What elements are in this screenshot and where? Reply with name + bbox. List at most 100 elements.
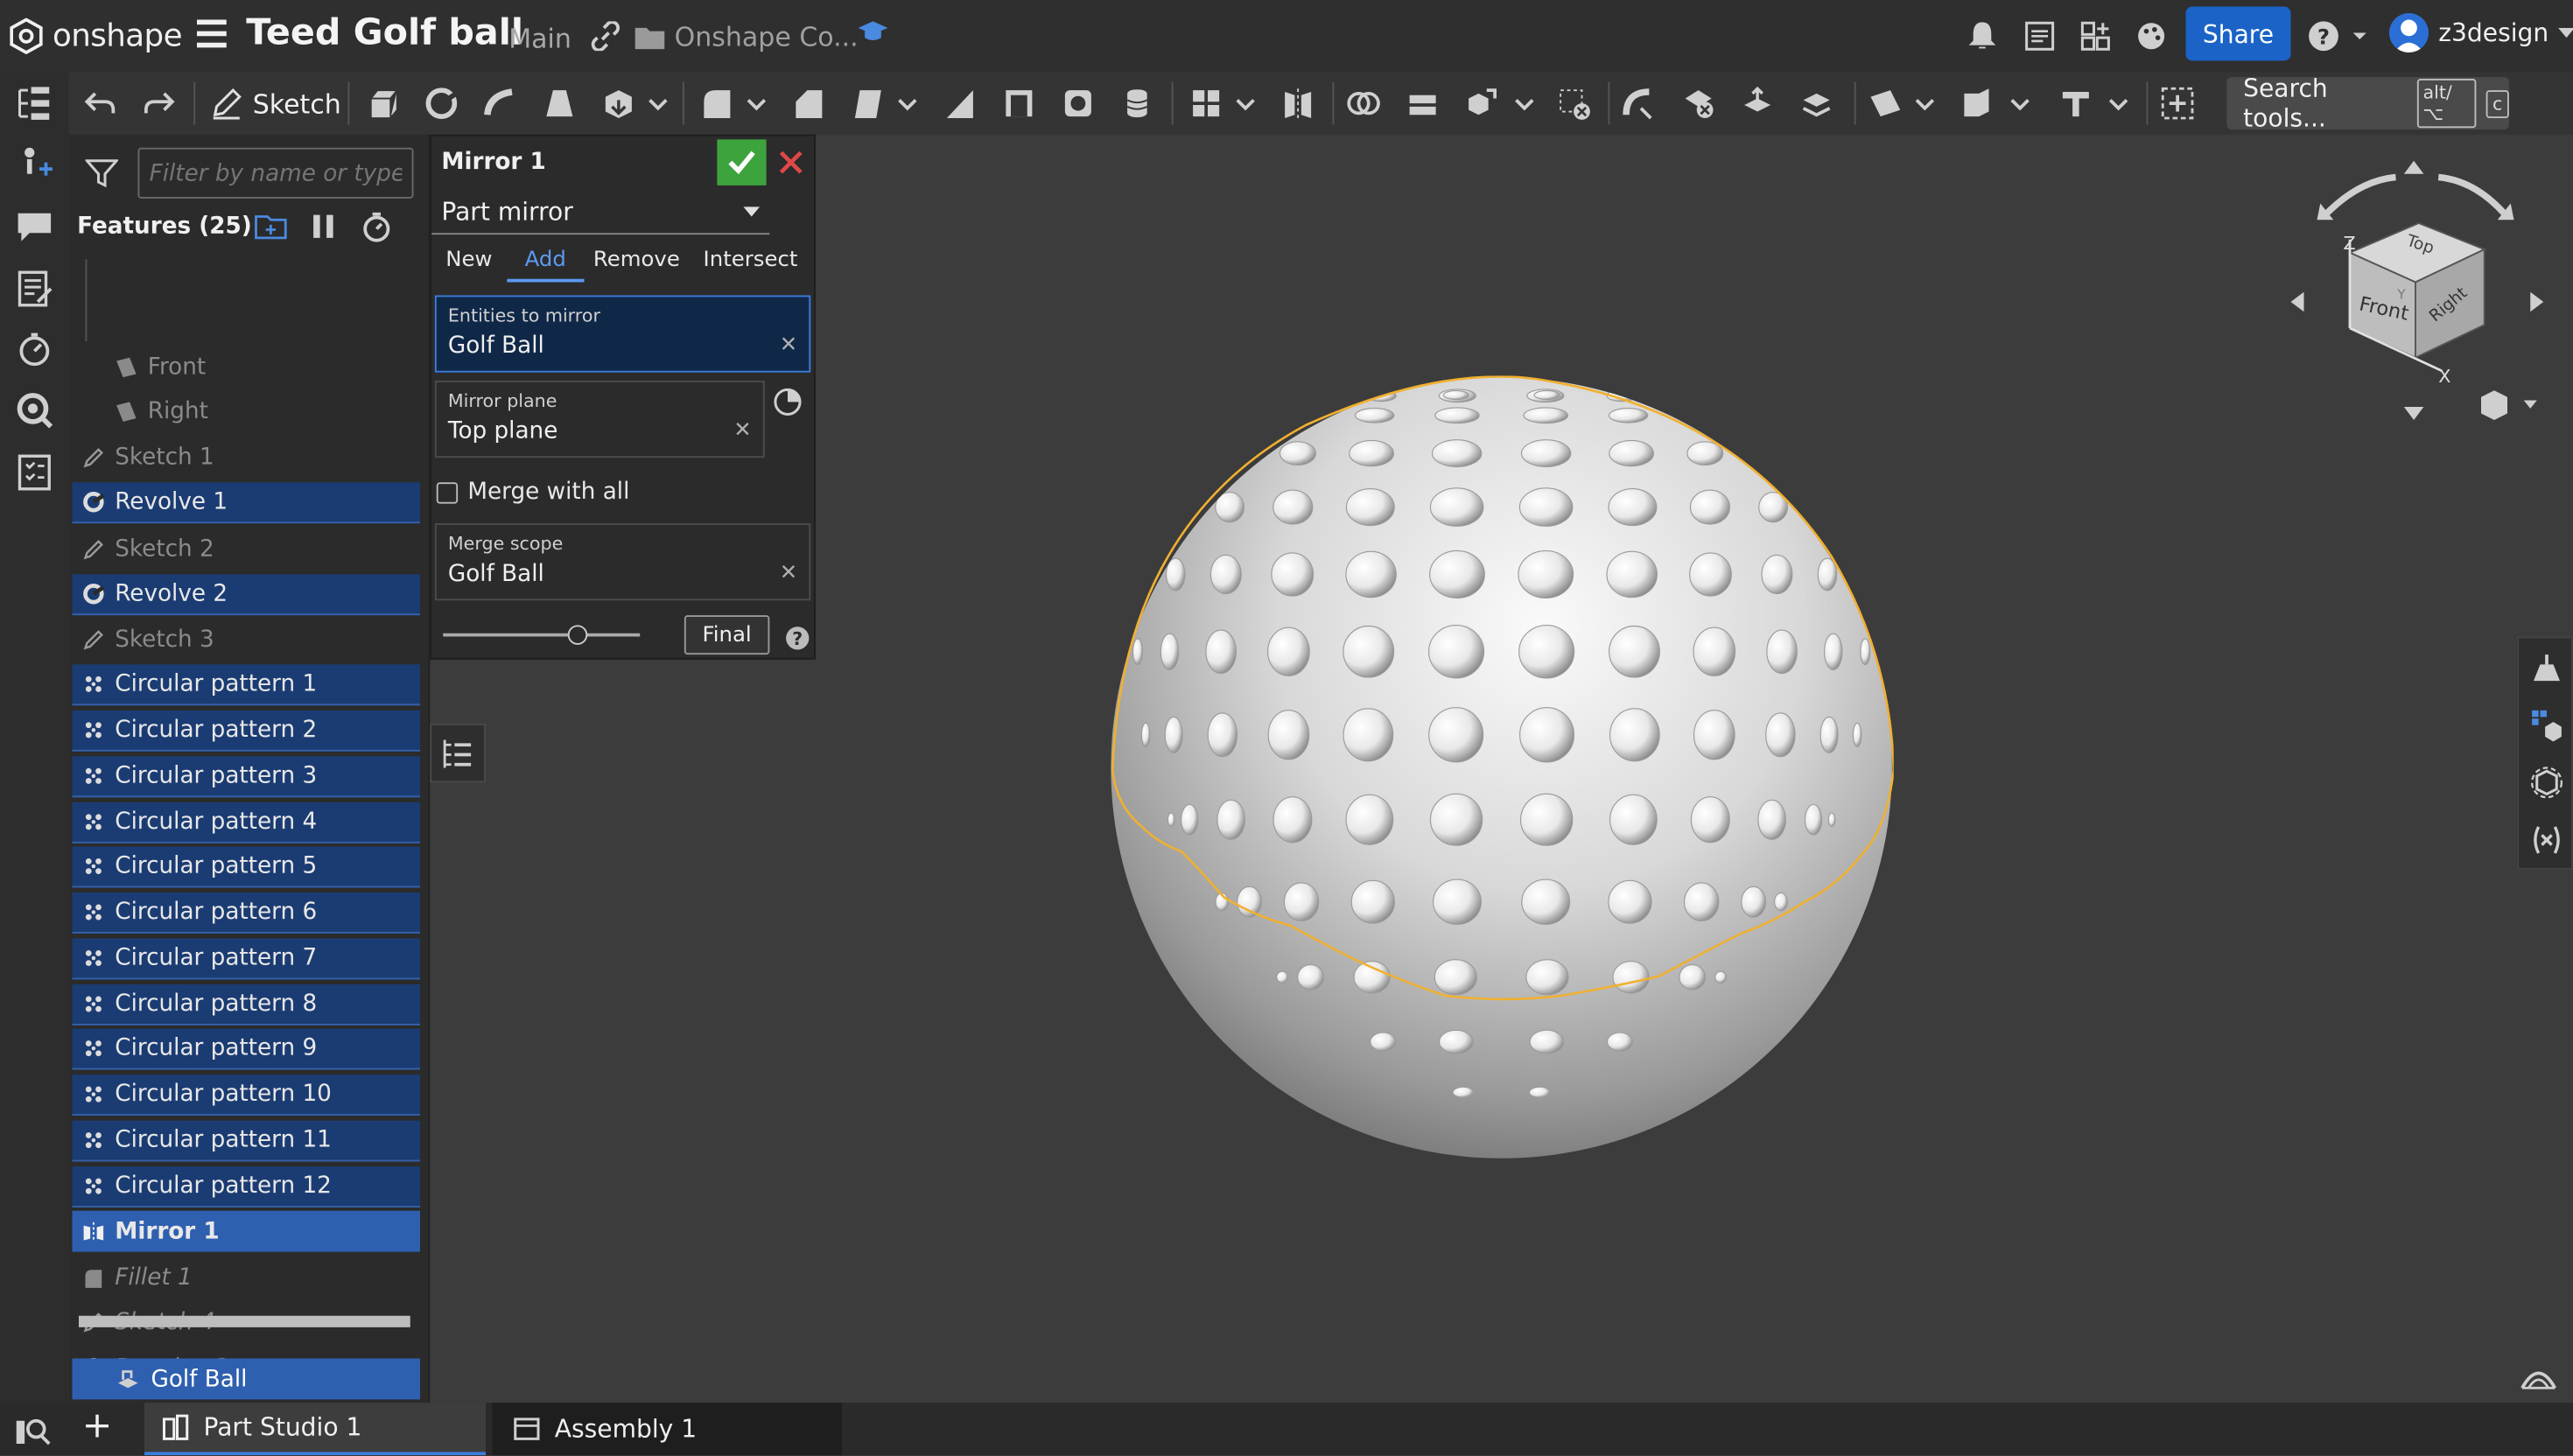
modify-fillet-icon[interactable]: [1622, 86, 1658, 122]
rib-icon[interactable]: [942, 86, 978, 122]
link-icon[interactable]: [591, 21, 620, 52]
entities-to-mirror-field[interactable]: Entities to mirror Golf Ball ✕: [434, 295, 811, 373]
folder-breadcrumb[interactable]: Onshape Co...: [634, 21, 859, 52]
feature-item[interactable]: Sketch 2: [73, 528, 421, 570]
chevron-down-icon[interactable]: [1513, 86, 1536, 122]
feature-item[interactable]: Revolve 2: [72, 573, 420, 615]
sketch-button[interactable]: Sketch: [210, 82, 341, 125]
hole-icon[interactable]: [1060, 86, 1096, 122]
feature-item[interactable]: Circular pattern 2: [72, 710, 420, 752]
accept-button[interactable]: [717, 139, 767, 186]
display-states-icon[interactable]: [2528, 651, 2564, 687]
variables-icon[interactable]: [2528, 822, 2564, 858]
delete-part-icon[interactable]: [1556, 86, 1592, 122]
parts-list-item[interactable]: Golf Ball: [72, 1358, 420, 1400]
view-tools-icon[interactable]: [2528, 765, 2564, 801]
share-button[interactable]: Share: [2185, 6, 2291, 61]
sheet-metal-icon[interactable]: [1960, 86, 1995, 122]
main-menu-icon[interactable]: [197, 19, 227, 50]
slider-handle[interactable]: [567, 625, 588, 645]
move-face-icon[interactable]: [1740, 86, 1776, 122]
rollback-slider[interactable]: [443, 633, 641, 637]
clear-icon[interactable]: ✕: [780, 561, 797, 587]
chevron-down-icon[interactable]: [1234, 86, 1257, 122]
sweep-icon[interactable]: [482, 86, 518, 122]
fillet-icon[interactable]: [699, 86, 735, 122]
feature-filter-input[interactable]: [137, 147, 414, 199]
feature-item[interactable]: Circular pattern 12: [72, 1166, 420, 1208]
merge-with-all-checkbox[interactable]: Merge with all: [436, 480, 629, 506]
appearance-palette-icon[interactable]: [2135, 20, 2168, 53]
feature-item[interactable]: Mirror 1: [72, 1211, 420, 1253]
frame-icon[interactable]: [2058, 86, 2093, 122]
golf-ball-model[interactable]: [1110, 375, 1894, 1159]
mirror-plane-field[interactable]: Mirror plane Top plane ✕: [434, 381, 765, 458]
search-tools-button[interactable]: Search tools... alt/⌥ c: [2226, 74, 2509, 133]
revolve-icon[interactable]: [424, 86, 459, 122]
add-tab-button[interactable]: +: [82, 1406, 113, 1447]
feature-item[interactable]: Circular pattern 5: [72, 846, 420, 888]
transform-icon[interactable]: [1464, 86, 1500, 122]
view-navigation-cube[interactable]: Top Front Right Z X Y: [2278, 154, 2557, 433]
onshape-logo[interactable]: onshape: [10, 15, 183, 58]
feature-item[interactable]: Circular pattern 3: [72, 755, 420, 797]
pause-icon[interactable]: [312, 214, 334, 240]
split-icon[interactable]: [1405, 86, 1441, 122]
regeneration-timer-icon[interactable]: [361, 212, 393, 243]
final-button[interactable]: Final: [684, 615, 770, 655]
mirror-type-select[interactable]: Part mirror: [431, 191, 770, 235]
tab-add[interactable]: Add: [506, 240, 585, 283]
tab-assembly[interactable]: Assembly 1: [492, 1403, 842, 1456]
mirror-icon[interactable]: [1280, 86, 1316, 122]
dialog-toggle-button[interactable]: [430, 723, 486, 783]
add-custom-feature-icon[interactable]: [2160, 86, 2196, 122]
filter-icon[interactable]: [85, 159, 119, 189]
feature-item[interactable]: Circular pattern 6: [72, 892, 420, 934]
feature-item[interactable]: Sketch 1: [73, 438, 421, 479]
feature-item[interactable]: Revolve 1: [72, 482, 420, 524]
plane-icon[interactable]: [1868, 86, 1903, 122]
feature-item[interactable]: Circular pattern 4: [72, 801, 420, 843]
app-store-icon[interactable]: [2079, 20, 2113, 53]
delete-face-icon[interactable]: [1680, 86, 1716, 122]
branch-name[interactable]: Main: [508, 23, 571, 54]
cylinder-icon[interactable]: [1119, 86, 1155, 122]
feature-item[interactable]: Circular pattern 9: [72, 1029, 420, 1070]
feature-item[interactable]: Front: [73, 346, 421, 388]
chevron-down-icon[interactable]: [647, 86, 670, 122]
help-menu-icon[interactable]: ?: [2307, 20, 2366, 53]
draft-icon[interactable]: [850, 86, 886, 122]
comments-icon[interactable]: [15, 206, 54, 246]
feature-item[interactable]: Sketch 3: [73, 620, 421, 661]
chamfer-icon[interactable]: [791, 86, 827, 122]
chevron-down-icon[interactable]: [2107, 86, 2130, 122]
tab-intersect[interactable]: Intersect: [689, 240, 812, 283]
thicken-icon[interactable]: [600, 86, 636, 122]
tab-search-icon[interactable]: [15, 1414, 51, 1447]
linear-pattern-icon[interactable]: [1188, 86, 1224, 122]
tab-part-studio[interactable]: Part Studio 1: [144, 1403, 486, 1456]
notifications-icon[interactable]: [1966, 20, 1999, 53]
feature-item[interactable]: Circular pattern 8: [72, 984, 420, 1025]
chevron-down-icon[interactable]: [1913, 86, 1936, 122]
view-options-icon[interactable]: [2519, 1365, 2558, 1391]
extrude-icon[interactable]: [364, 86, 400, 122]
appearances-icon[interactable]: [2528, 707, 2564, 743]
chevron-down-icon[interactable]: [2009, 86, 2031, 122]
feature-item[interactable]: Right: [73, 392, 421, 433]
education-icon[interactable]: [858, 20, 888, 46]
merge-scope-field[interactable]: Merge scope Golf Ball ✕: [434, 523, 811, 601]
feature-item[interactable]: Circular pattern 11: [72, 1120, 420, 1162]
loft-icon[interactable]: [542, 86, 578, 122]
redo-icon[interactable]: [141, 86, 177, 122]
flip-plane-icon[interactable]: [773, 388, 803, 417]
feature-item[interactable]: Circular pattern 1: [72, 664, 420, 706]
document-title[interactable]: Teed Golf ball: [246, 13, 523, 54]
tab-remove[interactable]: Remove: [585, 240, 689, 283]
clear-icon[interactable]: ✕: [780, 333, 797, 360]
feature-item[interactable]: Fillet 1: [73, 1256, 421, 1298]
boolean-icon[interactable]: [1346, 86, 1382, 122]
chevron-down-icon[interactable]: [896, 86, 919, 122]
horizontal-scrollbar[interactable]: [79, 1315, 410, 1327]
clear-icon[interactable]: ✕: [733, 418, 751, 444]
